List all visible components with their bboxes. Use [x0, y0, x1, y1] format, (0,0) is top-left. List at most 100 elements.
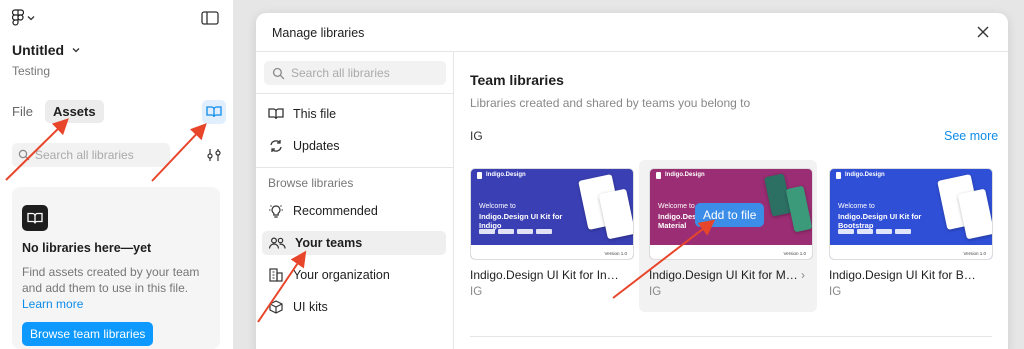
- file-title-text: Untitled: [12, 42, 65, 58]
- team-library-button[interactable]: [202, 100, 226, 124]
- thumb-brand: Indigo.Design: [486, 172, 526, 178]
- lightbulb-icon: [269, 205, 283, 218]
- add-to-file-button[interactable]: Add to file: [695, 203, 765, 227]
- thumb-welcome: Welcome to: [479, 203, 516, 210]
- modal-header: Manage libraries: [256, 13, 1008, 52]
- thumb-brand: Indigo.Design: [845, 172, 885, 178]
- thumb-pill: [857, 229, 873, 234]
- indigo-logo-icon: [477, 171, 482, 179]
- thumb-pill: [895, 229, 911, 234]
- modal-sidebar: This file Updates Browse libraries Recom…: [256, 52, 454, 349]
- divider: [470, 336, 992, 337]
- sidebar-item-your-teams[interactable]: Your teams: [262, 231, 446, 255]
- book-open-icon: [268, 108, 284, 120]
- sidebar-item-this-file[interactable]: This file: [262, 102, 446, 126]
- left-search-input[interactable]: [35, 148, 165, 162]
- modal-search-box[interactable]: [264, 61, 446, 85]
- sidebar-toggle-icon[interactable]: [200, 9, 220, 27]
- thumb-pill: [838, 229, 854, 234]
- building-icon: [269, 268, 283, 282]
- browse-team-libraries-button[interactable]: Browse team libraries: [22, 322, 154, 346]
- package-icon: [269, 300, 283, 314]
- thumb-pill: [536, 229, 552, 234]
- team-name: IG: [470, 129, 483, 143]
- empty-state-text: Find assets created by your team and add…: [22, 265, 200, 295]
- left-search-box[interactable]: [12, 143, 170, 167]
- filter-sliders-icon[interactable]: [206, 147, 222, 163]
- thumb-title: Indigo.Design UI Kit for Indigo: [479, 212, 563, 230]
- search-icon: [272, 67, 285, 79]
- chevron-right-icon[interactable]: ›: [801, 268, 805, 282]
- library-card[interactable]: Indigo.Design Welcome to Indigo.Design U…: [819, 160, 997, 312]
- indigo-logo-icon: [836, 171, 841, 179]
- thumb-pill: [517, 229, 533, 234]
- thumb-footer: Version 1.0: [471, 245, 633, 259]
- sidebar-item-label: Your teams: [295, 236, 363, 250]
- thumb-pill: [498, 229, 514, 234]
- thumb-version: Version 1.0: [963, 251, 986, 256]
- tab-assets[interactable]: Assets: [44, 100, 104, 123]
- book-open-icon: [206, 106, 222, 118]
- library-name: Indigo.Design UI Kit for Bootstrap: [829, 268, 979, 282]
- people-icon: [268, 237, 286, 249]
- library-card[interactable]: Indigo.Design Welcome to Indigo.Design U…: [639, 160, 817, 312]
- team-libraries-title: Team libraries: [470, 72, 564, 88]
- empty-library-card: No libraries here—yet Find assets create…: [12, 187, 220, 349]
- thumb-screen: [957, 188, 992, 240]
- book-icon: [22, 205, 48, 231]
- learn-more-link[interactable]: Learn more: [22, 296, 210, 312]
- panel-tabs: File Assets: [4, 100, 104, 123]
- library-team: IG: [470, 286, 483, 298]
- sidebar-item-your-organization[interactable]: Your organization: [262, 263, 446, 287]
- sidebar-item-label: Updates: [293, 139, 340, 153]
- thumb-footer: Version 1.0: [830, 245, 992, 259]
- library-name: Indigo.Design UI Kit for Indigo: [470, 268, 620, 282]
- thumb-version: Version 1.0: [604, 251, 627, 256]
- library-name: Indigo.Design UI Kit for Material: [649, 268, 799, 282]
- sidebar-item-label: UI kits: [293, 300, 328, 314]
- see-more-link[interactable]: See more: [944, 129, 998, 143]
- thumb-pill: [876, 229, 892, 234]
- sidebar-item-ui-kits[interactable]: UI kits: [262, 295, 446, 319]
- left-panel: Untitled Testing File Assets No librarie…: [0, 0, 234, 349]
- file-subtitle: Testing: [12, 64, 51, 78]
- team-libraries-subtitle: Libraries created and shared by teams yo…: [470, 96, 751, 110]
- divider: [256, 167, 454, 168]
- close-icon[interactable]: [976, 25, 990, 39]
- browse-libraries-heading: Browse libraries: [268, 176, 354, 190]
- refresh-icon: [270, 140, 282, 152]
- sidebar-item-label: This file: [293, 107, 337, 121]
- indigo-logo-icon: [656, 171, 661, 179]
- library-thumbnail: Indigo.Design Welcome to Indigo.Design U…: [829, 168, 993, 260]
- tab-file[interactable]: File: [4, 100, 41, 123]
- sidebar-item-label: Your organization: [293, 268, 390, 282]
- sidebar-item-updates[interactable]: Updates: [262, 134, 446, 158]
- thumb-screen: [785, 185, 812, 233]
- modal-title: Manage libraries: [272, 26, 365, 40]
- manage-libraries-modal: Manage libraries This file Updates Brows…: [256, 13, 1008, 349]
- empty-state-title: No libraries here—yet: [22, 241, 152, 255]
- sidebar-item-label: Recommended: [293, 204, 378, 218]
- thumb-pill: [479, 229, 495, 234]
- library-team: IG: [829, 286, 842, 298]
- thumb-footer: Version 1.0: [650, 245, 812, 259]
- library-card[interactable]: Indigo.Design Welcome to Indigo.Design U…: [460, 160, 638, 312]
- thumb-brand: Indigo.Design: [665, 172, 705, 178]
- modal-main: Team libraries Libraries created and sha…: [454, 52, 1008, 349]
- thumb-welcome: Welcome to: [658, 203, 695, 210]
- thumb-version: Version 1.0: [783, 251, 806, 256]
- figma-logo-icon: [12, 9, 24, 26]
- modal-search-input[interactable]: [291, 66, 441, 80]
- divider: [256, 93, 454, 94]
- thumb-welcome: Welcome to: [838, 203, 875, 210]
- chevron-down-icon: [72, 48, 80, 53]
- library-team: IG: [649, 286, 662, 298]
- chevron-down-icon: [27, 16, 35, 21]
- main-menu-button[interactable]: [12, 9, 35, 27]
- file-title[interactable]: Untitled: [12, 42, 80, 58]
- thumb-header: Indigo.Design: [650, 169, 812, 181]
- sidebar-item-recommended[interactable]: Recommended: [262, 199, 446, 223]
- search-icon: [18, 149, 30, 161]
- library-thumbnail: Indigo.Design Welcome to Indigo.Design U…: [470, 168, 634, 260]
- thumb-title: Indigo.Design UI Kit for Bootstrap: [838, 212, 922, 230]
